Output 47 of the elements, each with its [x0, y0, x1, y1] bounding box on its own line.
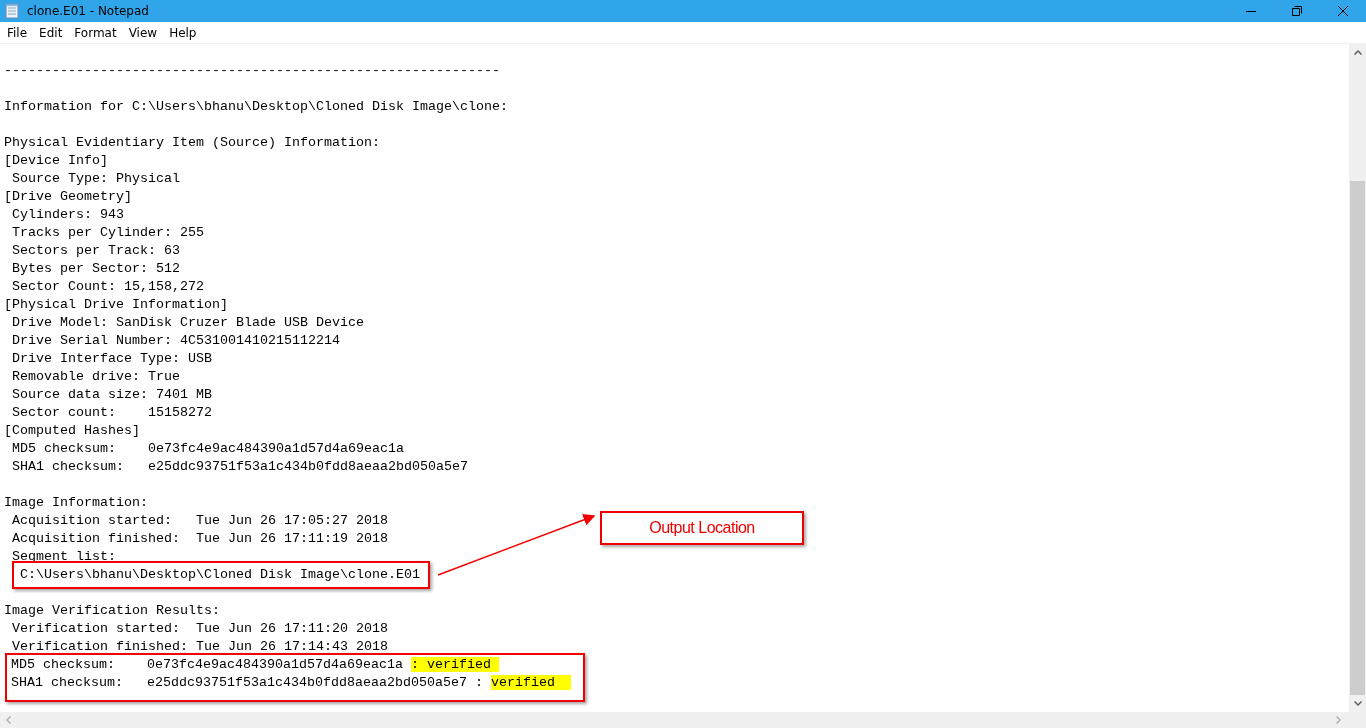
text-line: Information for C:\Users\bhanu\Desktop\Cloned Disk Image\clone:: [4, 98, 508, 116]
menu-item[interactable]: File: [1, 25, 34, 40]
text-line: Drive Serial Number: 4C531001410215112214: [11, 332, 340, 350]
menu-item[interactable]: View: [122, 25, 164, 40]
text-line: Source data size: 7401 MB: [11, 386, 212, 404]
text-line: Image Information:: [4, 494, 148, 512]
close-icon: [1338, 6, 1348, 16]
text-line: Image Verification Results:: [4, 602, 220, 620]
text-line: Verification finished: Tue Jun 26 17:14:43 2018: [11, 638, 388, 656]
text-line: SHA1 checksum: e25ddc93751f53a1c434b0fdd8aeaa2bd050a5e7: [11, 458, 468, 476]
text-line: Source Type: Physical: [11, 170, 180, 188]
text-line: [Drive Geometry]: [4, 188, 132, 206]
text-line: Physical Evidentiary Item (Source) Information:: [4, 134, 380, 152]
text-line: Sector count: 15158272: [11, 404, 212, 422]
notepad-icon: [5, 3, 19, 19]
text-line: C:\Users\bhanu\Desktop\Cloned Disk Image\clone.E01: [20, 566, 420, 584]
text-line: Segment list:: [11, 548, 116, 566]
text-line: [Device Info]: [4, 152, 108, 170]
text-line: Bytes per Sector: 512: [11, 260, 180, 278]
menu-item[interactable]: Format: [68, 25, 123, 40]
scroll-thumb[interactable]: [1350, 181, 1365, 695]
menu-item[interactable]: Help: [163, 25, 203, 40]
callout-label: Output Location: [600, 511, 804, 545]
text-line: Drive Interface Type: USB: [11, 350, 212, 368]
text-line: Drive Model: SanDisk Cruzer Blade USB Device: [11, 314, 364, 332]
vertical-scrollbar[interactable]: [1349, 44, 1366, 712]
text-line: Cylinders: 943: [11, 206, 124, 224]
restore-icon: [1292, 6, 1302, 16]
text-line: Removable drive: True: [11, 368, 180, 386]
scroll-right-icon[interactable]: [1336, 716, 1341, 724]
text-line: [Computed Hashes]: [4, 422, 140, 440]
scroll-left-icon[interactable]: [6, 716, 11, 724]
text-line: Verification started: Tue Jun 26 17:11:20 2018: [11, 620, 388, 638]
menu-item[interactable]: Edit: [33, 25, 69, 40]
scroll-down-icon[interactable]: [1353, 701, 1362, 706]
text-line: Tracks per Cylinder: 255: [11, 224, 204, 242]
scroll-up-icon[interactable]: [1353, 50, 1362, 55]
text-line: Acquisition finished: Tue Jun 26 17:11:19 2018: [11, 530, 388, 548]
text-line: Sectors per Track: 63: [11, 242, 180, 260]
text-line: MD5 checksum: 0e73fc4e9ac484390a1d57d4a69eac1a : verified: [11, 656, 499, 674]
text-line: SHA1 checksum: e25ddc93751f53a1c434b0fdd8aeaa2bd050a5e7 : verified: [11, 674, 571, 692]
window-title: clone.E01 - Notepad: [27, 4, 150, 18]
text-line: MD5 checksum: 0e73fc4e9ac484390a1d57d4a69eac1a: [11, 440, 404, 458]
text-line: Acquisition started: Tue Jun 26 17:05:27 2018: [11, 512, 388, 530]
text-line: --------------------------------------------------------------: [4, 62, 500, 80]
text-line: Sector Count: 15,158,272: [11, 278, 204, 296]
text-line: [Physical Drive Information]: [4, 296, 228, 314]
